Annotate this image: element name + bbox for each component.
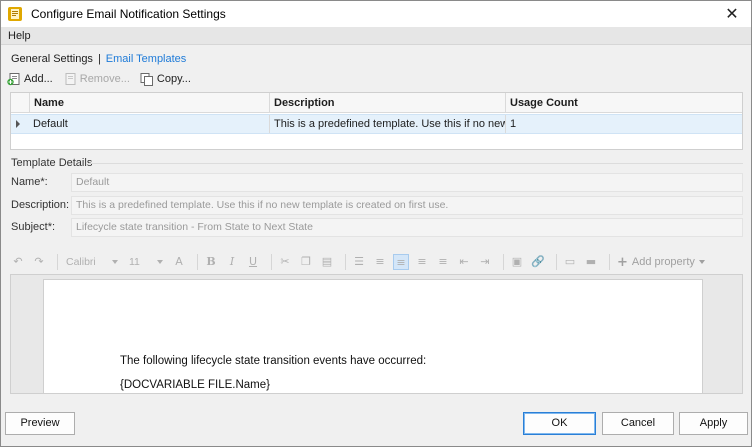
change-case-icon[interactable]: A [171, 254, 187, 270]
table-header: Name Description Usage Count [11, 93, 742, 113]
paste-icon[interactable]: ▤ [319, 254, 335, 270]
add-document-icon [7, 72, 21, 86]
header-icon[interactable]: ▭ [562, 254, 578, 270]
plus-icon: + [617, 254, 628, 270]
template-details-heading: Template Details [11, 157, 93, 169]
copy-button-label: Copy... [156, 73, 191, 85]
section-divider [88, 163, 743, 164]
email-body-editor[interactable]: The following lifecycle state transition… [10, 274, 743, 394]
undo-icon[interactable]: ↶ [10, 254, 26, 270]
name-label: Name*: [11, 176, 48, 188]
dialog-window: Configure Email Notification Settings ✕ … [0, 0, 752, 447]
document-line: The following lifecycle state transition… [120, 355, 427, 367]
ok-button[interactable]: OK [523, 412, 596, 435]
close-icon[interactable]: ✕ [723, 5, 741, 23]
chevron-down-icon [157, 260, 163, 264]
cell-description: This is a predefined template. Use this … [269, 115, 505, 133]
footer-icon[interactable]: ▬ [583, 254, 599, 270]
cell-name: Default [33, 118, 68, 130]
align-right-icon[interactable]: ≡ [435, 254, 451, 270]
menu-help[interactable]: Help [8, 30, 31, 42]
remove-document-icon [63, 72, 77, 86]
cell-usage-count: 1 [505, 115, 742, 133]
redo-icon[interactable]: ↷ [31, 254, 47, 270]
template-toolbar: Add... Remove... Copy... [7, 71, 201, 87]
document-page[interactable]: The following lifecycle state transition… [43, 279, 703, 393]
row-selected-arrow-icon [16, 120, 20, 128]
add-button[interactable]: Add... [7, 72, 53, 86]
tab-separator: | [97, 53, 101, 65]
underline-icon[interactable]: U [245, 254, 261, 270]
add-button-label: Add... [24, 73, 53, 85]
bullet-list-icon[interactable]: ☰ [351, 254, 367, 270]
copy-format-icon[interactable]: ❐ [298, 254, 314, 270]
apply-button[interactable]: Apply [679, 412, 748, 435]
subject-field[interactable]: Lifecycle state transition - From State … [71, 218, 743, 237]
document-line: {DOCVARIABLE FILE.Name} [120, 379, 270, 391]
italic-icon[interactable]: I [224, 254, 240, 270]
toolbar-separator [57, 254, 58, 270]
align-center-icon[interactable]: ≡ [414, 254, 430, 270]
numbered-list-icon[interactable]: ≡ [372, 254, 388, 270]
copy-icon [140, 72, 154, 86]
table-row[interactable]: Default This is a predefined template. U… [11, 114, 742, 134]
toolbar-separator [609, 254, 610, 270]
font-family-select[interactable]: Calibri [63, 254, 121, 270]
app-icon [7, 6, 23, 22]
column-header-description[interactable]: Description [269, 93, 505, 113]
subject-label: Subject*: [11, 221, 56, 233]
tab-general-settings[interactable]: General Settings [11, 53, 93, 65]
add-property-button[interactable]: + Add property [617, 255, 705, 270]
bold-icon[interactable]: B [203, 254, 219, 270]
add-property-label: Add property [631, 256, 695, 268]
tab-email-templates[interactable]: Email Templates [106, 53, 187, 65]
column-header-usage-count[interactable]: Usage Count [505, 93, 742, 113]
toolbar-separator [271, 254, 272, 270]
column-header-name[interactable]: Name [29, 93, 269, 113]
templates-table: Name Description Usage Count Default Thi… [10, 92, 743, 150]
insert-image-icon[interactable]: ▣ [509, 254, 525, 270]
chevron-down-icon [698, 260, 705, 264]
description-label: Description: [11, 199, 70, 211]
copy-button[interactable]: Copy... [140, 72, 191, 86]
tab-strip: General Settings | Email Templates [11, 53, 186, 65]
cut-icon[interactable]: ✂ [277, 254, 293, 270]
name-field[interactable]: Default [71, 173, 743, 192]
toolbar-separator [197, 254, 198, 270]
row-header-cell [11, 93, 29, 113]
window-title: Configure Email Notification Settings [31, 7, 226, 21]
title-bar: Configure Email Notification Settings ✕ [1, 1, 751, 27]
toolbar-separator [345, 254, 346, 270]
align-left-icon[interactable]: ≡ [393, 254, 409, 270]
increase-indent-icon[interactable]: ⇥ [477, 254, 493, 270]
remove-button[interactable]: Remove... [63, 72, 130, 86]
cancel-button[interactable]: Cancel [602, 412, 674, 435]
font-family-value: Calibri [66, 256, 96, 268]
editor-toolbar: ↶ ↷ Calibri 11 A B I U ✂ ❐ ▤ ☰ ≡ ≡ ≡ ≡ ⇤… [10, 251, 743, 273]
toolbar-separator [556, 254, 557, 270]
preview-button[interactable]: Preview [5, 412, 75, 435]
menu-bar: Help [1, 27, 751, 45]
remove-button-label: Remove... [79, 73, 130, 85]
decrease-indent-icon[interactable]: ⇤ [456, 254, 472, 270]
font-size-value: 11 [129, 256, 140, 268]
chevron-down-icon [112, 260, 118, 264]
description-field[interactable]: This is a predefined template. Use this … [71, 196, 743, 215]
font-size-select[interactable]: 11 [126, 254, 166, 270]
toolbar-separator [503, 254, 504, 270]
insert-link-icon[interactable]: 🔗 [530, 254, 546, 270]
